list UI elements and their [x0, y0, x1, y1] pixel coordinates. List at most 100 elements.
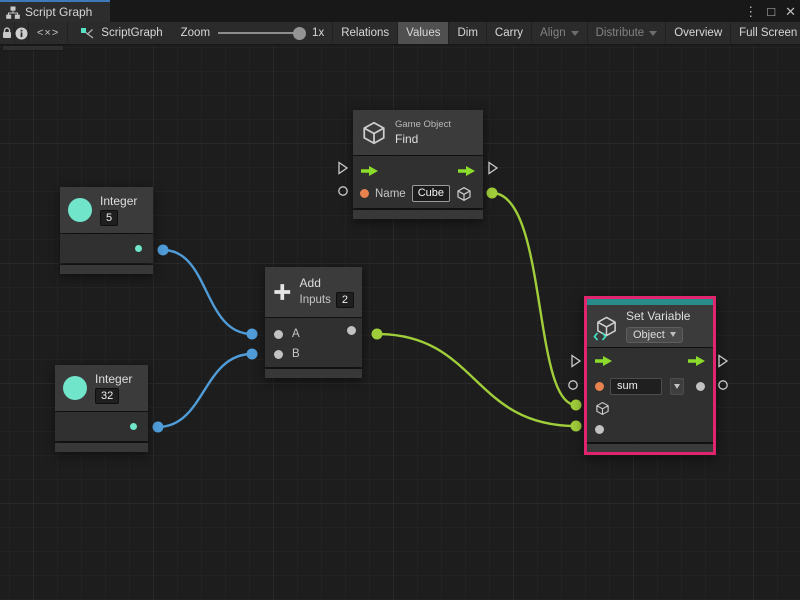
object-port-cube-icon[interactable]: [595, 401, 610, 416]
value-input-port[interactable]: [595, 425, 604, 434]
node-body: A B: [265, 318, 362, 367]
wire-endpoint[interactable]: [487, 188, 498, 199]
plus-icon: [273, 281, 292, 303]
values-button[interactable]: Values: [398, 22, 449, 44]
align-label: Align: [540, 27, 566, 39]
node-body: [55, 412, 148, 441]
node-category: Game Object: [395, 119, 451, 131]
kebab-menu-icon[interactable]: ⋮: [744, 5, 757, 18]
inputs-count-field[interactable]: 2: [336, 292, 354, 308]
integer-value-field[interactable]: 5: [100, 210, 118, 226]
zoom-slider[interactable]: [218, 27, 304, 40]
wire-endpoint[interactable]: [153, 422, 164, 433]
game-object-cube-icon: [361, 120, 387, 146]
variable-name-dropdown[interactable]: sum: [610, 378, 662, 395]
flow-in-triangle-port[interactable]: [570, 354, 582, 368]
output-port[interactable]: [130, 423, 137, 430]
wire-endpoint[interactable]: [247, 329, 258, 340]
wire-integer32-to-add-b[interactable]: [158, 354, 252, 427]
value-input-row: [587, 418, 713, 440]
relations-button[interactable]: Relations: [333, 22, 398, 44]
data-out-circle-port[interactable]: [717, 379, 729, 391]
node-title: Find: [395, 132, 418, 146]
data-in-circle-port[interactable]: [337, 185, 349, 197]
distribute-button[interactable]: Distribute: [588, 22, 667, 44]
wire-integer5-to-add-a[interactable]: [163, 250, 252, 334]
integer-type-icon: [68, 198, 92, 222]
wire-endpoint[interactable]: [158, 245, 169, 256]
node-body: Name Cube: [353, 156, 483, 208]
lock-icon: [0, 26, 14, 40]
input-port-a[interactable]: [274, 330, 283, 339]
node-add[interactable]: Add Inputs 2 A B: [265, 267, 362, 378]
port-row-b: B: [265, 344, 362, 364]
graph-name-label: ScriptGraph: [101, 27, 162, 39]
wire-endpoint[interactable]: [571, 421, 582, 432]
tab-script-graph[interactable]: Script Graph: [0, 0, 110, 22]
canvas-corner-strip: [2, 45, 64, 51]
variable-dropdown-button[interactable]: [670, 378, 684, 395]
carry-button[interactable]: Carry: [487, 22, 532, 44]
result-cube-icon[interactable]: [456, 186, 472, 202]
flow-in-arrow-icon[interactable]: [361, 165, 378, 177]
input-port-b[interactable]: [274, 350, 283, 359]
node-header: Integer 5: [60, 187, 153, 233]
node-set-variable[interactable]: Set Variable Object: [584, 296, 716, 455]
dim-button[interactable]: Dim: [449, 22, 486, 44]
node-footer: [587, 444, 713, 452]
port-a-label: A: [292, 328, 300, 340]
wire-endpoint[interactable]: [372, 329, 383, 340]
wire-add-to-setvariable[interactable]: [377, 334, 576, 426]
wire-endpoint[interactable]: [247, 349, 258, 360]
info-button[interactable]: [15, 22, 29, 44]
code-view-button[interactable]: <×>: [29, 22, 68, 44]
wire-endpoint[interactable]: [571, 400, 582, 411]
graph-breadcrumb[interactable]: ScriptGraph: [68, 22, 172, 44]
flow-port-row: [587, 348, 713, 374]
object-port-row: [587, 398, 713, 418]
zoom-label: Zoom: [181, 27, 210, 39]
name-input-port[interactable]: [360, 189, 369, 198]
zoom-slider-handle[interactable]: [293, 27, 306, 40]
flow-out-triangle-port[interactable]: [487, 161, 499, 175]
full-screen-button[interactable]: Full Screen: [731, 22, 800, 44]
graph-hierarchy-icon: [6, 6, 20, 19]
script-graph-icon: [80, 27, 95, 40]
value-output-port[interactable]: [696, 382, 705, 391]
maximize-icon[interactable]: □: [767, 5, 775, 18]
node-header: Integer 32: [55, 365, 148, 411]
zoom-control: Zoom 1x: [173, 22, 334, 44]
align-button[interactable]: Align: [532, 22, 588, 44]
flow-port-row: [353, 159, 483, 182]
caret-down-icon: [670, 332, 676, 337]
variable-name-row: sum: [587, 374, 713, 398]
wire-find-to-setvariable[interactable]: [492, 193, 576, 405]
data-in-circle-port[interactable]: [567, 379, 579, 391]
name-value-field[interactable]: Cube: [412, 185, 450, 202]
flow-out-arrow-icon[interactable]: [688, 355, 705, 367]
node-game-object-find[interactable]: Game Object Find Name Cube: [353, 110, 483, 219]
node-integer-5[interactable]: Integer 5: [60, 187, 153, 274]
integer-value-field[interactable]: 32: [95, 388, 119, 404]
caret-down-icon: [571, 31, 579, 36]
lock-button[interactable]: [0, 22, 15, 44]
sum-output-port[interactable]: [347, 326, 356, 335]
node-title: Integer: [100, 194, 137, 208]
flow-in-arrow-icon[interactable]: [595, 355, 612, 367]
window-controls: ⋮ □ ✕: [744, 0, 796, 22]
flow-out-arrow-icon[interactable]: [458, 165, 475, 177]
close-icon[interactable]: ✕: [785, 5, 796, 18]
name-port-row: Name Cube: [353, 182, 483, 205]
output-port[interactable]: [135, 245, 142, 252]
flow-in-triangle-port[interactable]: [337, 161, 349, 175]
node-integer-32[interactable]: Integer 32: [55, 365, 148, 452]
integer-type-icon: [63, 376, 87, 400]
variable-name-port[interactable]: [595, 382, 604, 391]
port-b-label: B: [292, 348, 300, 360]
node-header: Game Object Find: [353, 110, 483, 155]
zoom-slider-track: [218, 32, 304, 34]
overview-button[interactable]: Overview: [666, 22, 731, 44]
variable-scope-dropdown[interactable]: Object: [626, 327, 683, 343]
graph-canvas[interactable]: Integer 5 Integer 32: [0, 45, 800, 600]
flow-out-triangle-port[interactable]: [717, 354, 729, 368]
